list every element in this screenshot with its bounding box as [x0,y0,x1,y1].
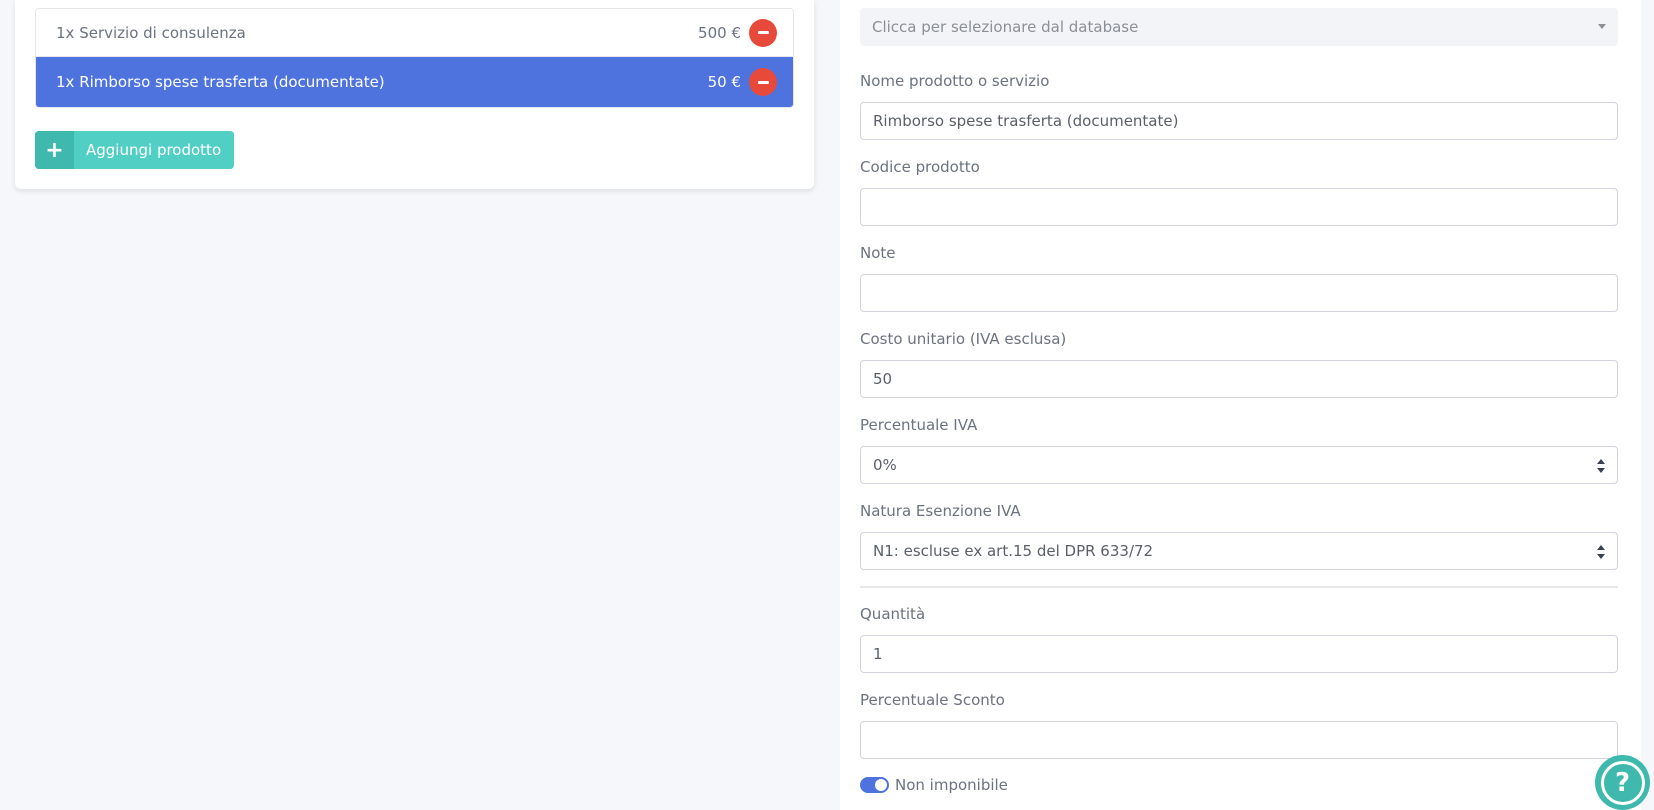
unit-cost-value: 50 [873,370,893,388]
caret-down-icon [1598,24,1606,29]
database-select-placeholder: Clicca per selezionare dal database [872,18,1139,36]
vat-exemption-label: Natura Esenzione IVA [860,502,1021,520]
add-product-button[interactable]: + Aggiungi prodotto [35,131,235,169]
note-label: Note [860,244,896,262]
unit-cost-input[interactable]: 50 [860,360,1618,398]
product-list: 1x Servizio di consulenza 500 € 1x Rimbo… [35,8,794,108]
vat-exemption-select[interactable]: N1: escluse ex art.15 del DPR 633/72 [860,532,1618,570]
minus-icon [757,80,769,84]
vat-exemption-value: N1: escluse ex art.15 del DPR 633/72 [873,542,1154,560]
quantity-label: Quantità [860,605,926,623]
note-input[interactable] [860,274,1618,312]
product-price: 50 € [707,73,741,91]
quantity-value: 1 [873,645,883,663]
unit-cost-label: Costo unitario (IVA esclusa) [860,330,1067,348]
plus-icon: + [35,131,74,169]
product-name: 1x Servizio di consulenza [56,23,246,42]
toggle-knob [875,779,887,791]
discount-percent-label: Percentuale Sconto [860,691,1005,709]
vat-percent-select[interactable]: 0% [860,446,1618,484]
remove-product-button[interactable] [749,18,777,47]
product-code-label: Codice prodotto [860,158,980,176]
help-button[interactable]: ? [1595,755,1650,810]
remove-product-button[interactable] [749,68,777,96]
select-arrows-icon [1597,459,1605,473]
vat-percent-value: 0% [873,456,897,474]
non-taxable-toggle[interactable] [860,777,889,793]
database-select[interactable]: Clicca per selezionare dal database [860,8,1618,46]
product-name: 1x Rimborso spese trasferta (documentate… [56,73,385,91]
product-row-selected[interactable]: 1x Rimborso spese trasferta (documentate… [36,57,793,107]
quantity-input[interactable]: 1 [860,635,1618,673]
product-price: 500 € [698,23,741,42]
vat-percent-label: Percentuale IVA [860,416,978,434]
product-name-value: Rimborso spese trasferta (documentate) [873,112,1179,130]
product-name-label: Nome prodotto o servizio [860,72,1050,90]
product-form-panel: Clicca per selezionare dal database Nome… [840,0,1641,810]
non-taxable-label: Non imponibile [895,776,1008,794]
discount-percent-input[interactable] [860,721,1618,759]
question-circle-icon: ? [1600,760,1645,805]
product-name-input[interactable]: Rimborso spese trasferta (documentate) [860,102,1618,140]
divider [860,586,1618,588]
minus-icon [757,31,769,34]
product-code-input[interactable] [860,188,1618,226]
select-arrows-icon [1597,545,1605,559]
product-list-card: 1x Servizio di consulenza 500 € 1x Rimbo… [15,0,814,189]
add-product-label: Aggiungi prodotto [74,131,235,169]
non-taxable-row: Non imponibile [860,776,1008,794]
product-row[interactable]: 1x Servizio di consulenza 500 € [36,9,793,57]
